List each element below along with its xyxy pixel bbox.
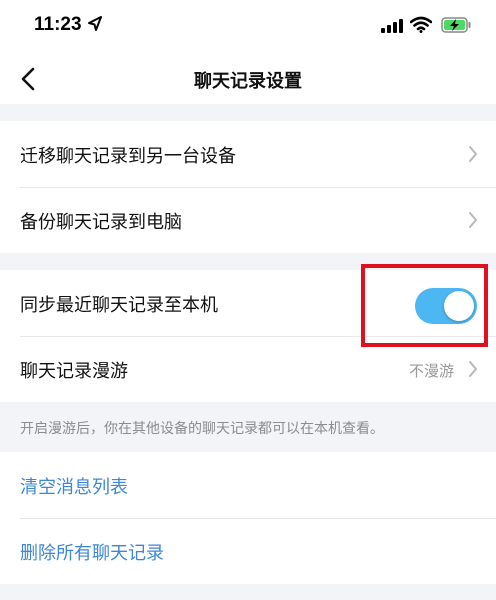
- wifi-icon: [410, 16, 432, 33]
- settings-group-migrate: 迁移聊天记录到另一台设备 备份聊天记录到电脑: [0, 121, 496, 253]
- settings-group-clear: 清空消息列表 删除所有聊天记录: [0, 452, 496, 584]
- clear-message-list-label: 清空消息列表: [20, 477, 128, 498]
- settings-group-sync: 同步最近聊天记录至本机 聊天记录漫游 不漫游: [0, 270, 496, 402]
- chat-roaming-label: 聊天记录漫游: [20, 361, 128, 382]
- sync-recent-chat-label: 同步最近聊天记录至本机: [20, 295, 218, 316]
- delete-all-chats-item[interactable]: 删除所有聊天记录: [0, 518, 496, 584]
- clear-message-list-item[interactable]: 清空消息列表: [0, 452, 496, 518]
- nav-bar: 聊天记录设置: [0, 54, 496, 104]
- migrate-chat-history-item[interactable]: 迁移聊天记录到另一台设备: [0, 121, 496, 187]
- location-arrow-icon: [88, 16, 102, 31]
- toggle-knob: [444, 291, 474, 321]
- chevron-right-icon: [469, 361, 477, 377]
- signal-icon: [381, 19, 403, 33]
- migrate-chat-history-label: 迁移聊天记录到另一台设备: [20, 146, 236, 167]
- sync-recent-chat-item: 同步最近聊天记录至本机: [0, 270, 496, 336]
- chat-roaming-value: 不漫游: [408, 362, 454, 380]
- roaming-hint-text: 开启漫游后，你在其他设备的聊天记录都可以在本机查看。: [20, 421, 384, 437]
- battery-charging-icon: [441, 17, 471, 33]
- backup-chat-history-item[interactable]: 备份聊天记录到电脑: [0, 187, 496, 253]
- status-time: 11:23: [34, 14, 82, 35]
- backup-chat-history-label: 备份聊天记录到电脑: [20, 212, 182, 233]
- sync-recent-chat-toggle[interactable]: [415, 288, 477, 324]
- chevron-right-icon: [469, 212, 477, 228]
- chat-roaming-item[interactable]: 聊天记录漫游 不漫游: [0, 336, 496, 402]
- page-title: 聊天记录设置: [194, 71, 302, 92]
- chevron-right-icon: [469, 146, 477, 162]
- status-bar: 11:23: [0, 0, 496, 54]
- delete-all-chats-label: 删除所有聊天记录: [20, 543, 164, 564]
